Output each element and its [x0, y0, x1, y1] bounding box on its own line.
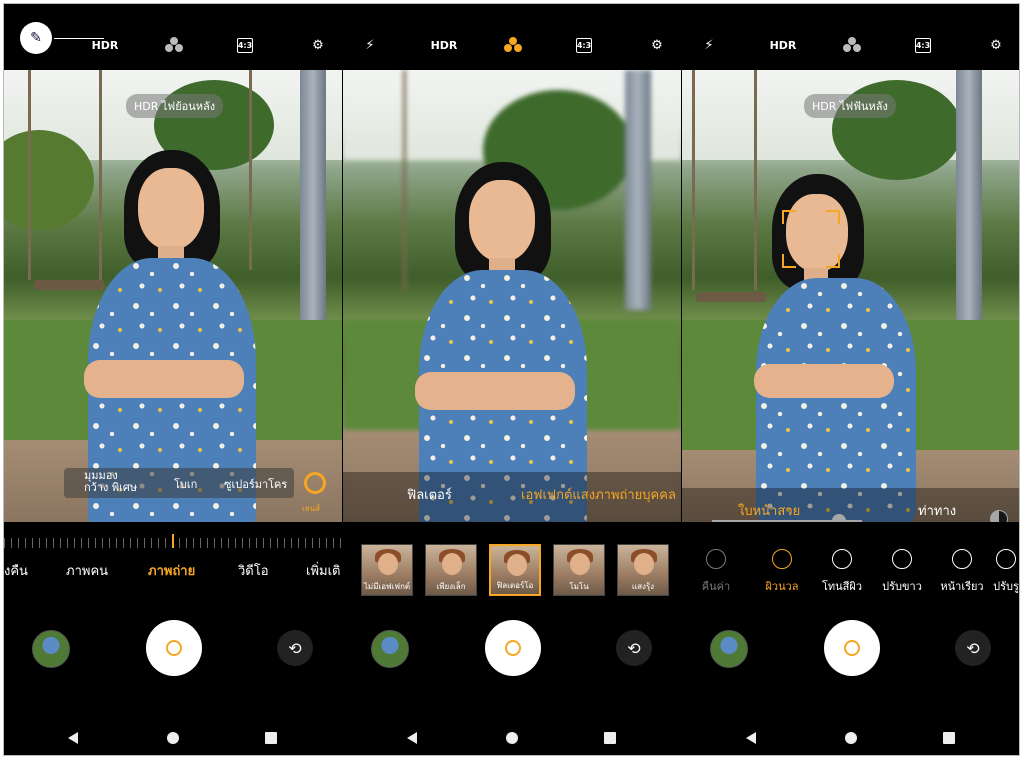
top-toolbar: ✎ HDR 4:3 ⚙ — [4, 4, 342, 68]
nav-back-icon[interactable] — [68, 732, 78, 744]
filter-rainbow[interactable]: แสงรุ้ง — [617, 544, 669, 596]
effect-tabs: ฟิลเตอร์ เอฟเฟกต์แสงภาพถ่ายบุคคล — [343, 472, 681, 522]
swing-rope — [692, 70, 695, 290]
subject-person — [407, 162, 597, 522]
camera-panel-beauty: ⚡ HDR 4:3 ⚙ HDR ไฟฟันหลัง ใบหน้าสวย ท่าท… — [682, 4, 1019, 755]
viewfinder[interactable]: ฟิลเตอร์ เอฟเฟกต์แสงภาพถ่ายบุคคล — [343, 70, 681, 522]
switch-camera-icon[interactable]: ⟲ — [277, 630, 313, 666]
aspect-ratio-button[interactable]: 4:3 — [576, 38, 592, 53]
swing-rope — [403, 70, 406, 290]
mode-photo[interactable]: ภาพถ่าย — [148, 560, 195, 581]
background-pillar — [300, 70, 326, 320]
shutter-button[interactable] — [824, 620, 880, 676]
hdr-button[interactable]: HDR — [768, 34, 798, 56]
beauty-smooth[interactable]: ผิวนวล — [752, 549, 812, 595]
background-pillar — [956, 70, 982, 330]
capture-controls: ⟲ — [343, 604, 681, 704]
beauty-reset[interactable]: คืนค่า — [686, 549, 746, 595]
mode-night[interactable]: งคืน — [4, 560, 28, 581]
watermark-logo-icon: ✎ — [20, 22, 52, 54]
subject-person — [74, 150, 264, 522]
system-nav-bar — [4, 704, 342, 755]
nav-back-icon[interactable] — [746, 732, 756, 744]
nav-home-icon[interactable] — [506, 732, 518, 744]
lens-bokeh[interactable]: โบเก — [174, 475, 197, 493]
background-pillar — [625, 70, 651, 310]
filter-item-selected[interactable]: ฟิลเตอร์โอ — [489, 544, 541, 596]
filter-mono[interactable]: โมโน — [553, 544, 605, 596]
nav-recent-icon[interactable] — [943, 732, 955, 744]
filter-strip: ไม่มีเอฟเฟกต์ เพียงเล็ก ฟิลเตอร์โอ โมโน … — [343, 544, 681, 604]
more-icon — [996, 549, 1016, 569]
beauty-whiten[interactable]: ปรับขาว — [872, 549, 932, 595]
settings-gear-icon[interactable]: ⚙ — [646, 34, 668, 56]
screenshot-frame: ✎ HDR 4:3 ⚙ HDR ไฟย้อนหลัง มุมมองกว้าง พ… — [3, 3, 1020, 756]
lens-super-macro[interactable]: ซูเปอร์มาโคร — [224, 475, 287, 493]
tab-portrait-light[interactable]: เอฟเฟกต์แสงภาพถ่ายบุคคล — [521, 484, 676, 505]
settings-gear-icon[interactable]: ⚙ — [985, 34, 1007, 56]
system-nav-bar — [343, 704, 681, 755]
aspect-ratio-button[interactable]: 4:3 — [237, 38, 253, 53]
gallery-thumbnail[interactable] — [32, 630, 70, 668]
switch-camera-icon[interactable]: ⟲ — [616, 630, 652, 666]
nav-home-icon[interactable] — [845, 732, 857, 744]
whiten-icon — [892, 549, 912, 569]
beauty-more[interactable]: ปรับรู — [986, 549, 1019, 595]
system-nav-bar — [682, 704, 1019, 755]
face-focus-frame — [782, 210, 840, 268]
beauty-slim-face[interactable]: หน้าเรียว — [932, 549, 992, 595]
tab-filter[interactable]: ฟิลเตอร์ — [407, 484, 452, 505]
filter-effects-icon[interactable] — [163, 34, 185, 56]
switch-camera-icon[interactable]: ⟲ — [955, 630, 991, 666]
flash-off-icon[interactable]: ⚡ — [359, 34, 381, 56]
shutter-button[interactable] — [146, 620, 202, 676]
swing-rope — [28, 70, 31, 280]
portrait-lens-label: เลนส์ — [302, 504, 320, 513]
nav-home-icon[interactable] — [167, 732, 179, 744]
slim-face-icon — [952, 549, 972, 569]
viewfinder[interactable]: HDR ไฟฟันหลัง ใบหน้าสวย ท่าทาง — [682, 70, 1019, 522]
zoom-indicator — [172, 534, 174, 548]
filter-effects-icon[interactable] — [502, 34, 524, 56]
nav-recent-icon[interactable] — [604, 732, 616, 744]
mode-selector[interactable]: งคืน ภาพคน ภาพถ่าย วิดีโอ เพิ่มเติ — [4, 528, 342, 598]
flash-off-icon[interactable]: ⚡ — [698, 34, 720, 56]
camera-panel-photo: ✎ HDR 4:3 ⚙ HDR ไฟย้อนหลัง มุมมองกว้าง พ… — [4, 4, 342, 755]
mode-video[interactable]: วิดีโอ — [238, 560, 269, 581]
filter-effects-icon[interactable] — [841, 34, 863, 56]
viewfinder[interactable]: HDR ไฟย้อนหลัง มุมมองกว้าง พิเศษ โบเก ซู… — [4, 70, 342, 522]
hdr-button[interactable]: HDR — [90, 34, 120, 56]
hdr-backlight-chip: HDR ไฟฟันหลัง — [804, 94, 896, 118]
filter-none[interactable]: ไม่มีเอฟเฟกต์ — [361, 544, 413, 596]
hdr-button[interactable]: HDR — [429, 34, 459, 56]
camera-panel-portrait-filter: ⚡ HDR 4:3 ⚙ ฟิลเตอร์ เอฟเฟกต์แสงภาพถ่ายบ… — [343, 4, 681, 755]
nav-recent-icon[interactable] — [265, 732, 277, 744]
tab-pose[interactable]: ท่าทาง — [918, 500, 956, 521]
capture-controls: ⟲ — [682, 604, 1019, 704]
settings-gear-icon[interactable]: ⚙ — [307, 34, 329, 56]
beauty-options: คืนค่า ผิวนวล โทนสีผิว ปรับขาว หน้าเรียว… — [682, 549, 1019, 604]
gallery-thumbnail[interactable] — [710, 630, 748, 668]
lens-selector: มุมมองกว้าง พิเศษ โบเก ซูเปอร์มาโคร — [64, 468, 294, 498]
reset-icon — [706, 549, 726, 569]
hdr-backlight-chip: HDR ไฟย้อนหลัง — [126, 94, 224, 118]
smooth-skin-icon — [772, 549, 792, 569]
capture-controls: ⟲ — [4, 604, 342, 704]
nav-back-icon[interactable] — [407, 732, 417, 744]
top-toolbar: ⚡ HDR 4:3 ⚙ — [343, 4, 681, 68]
gallery-thumbnail[interactable] — [371, 630, 409, 668]
skin-tone-icon — [832, 549, 852, 569]
tab-beauty-face[interactable]: ใบหน้าสวย — [738, 500, 800, 521]
beauty-skin-tone[interactable]: โทนสีผิว — [812, 549, 872, 595]
lens-ultrawide[interactable]: มุมมองกว้าง พิเศษ — [84, 470, 142, 494]
shutter-button[interactable] — [485, 620, 541, 676]
mode-portrait[interactable]: ภาพคน — [66, 560, 108, 581]
filter-item[interactable]: เพียงเล็ก — [425, 544, 477, 596]
mode-more[interactable]: เพิ่มเติ — [306, 560, 340, 581]
top-toolbar: ⚡ HDR 4:3 ⚙ — [682, 4, 1019, 68]
aspect-ratio-button[interactable]: 4:3 — [915, 38, 931, 53]
portrait-lens-icon[interactable] — [304, 472, 326, 494]
beauty-tabs: ใบหน้าสวย ท่าทาง — [682, 488, 1019, 522]
